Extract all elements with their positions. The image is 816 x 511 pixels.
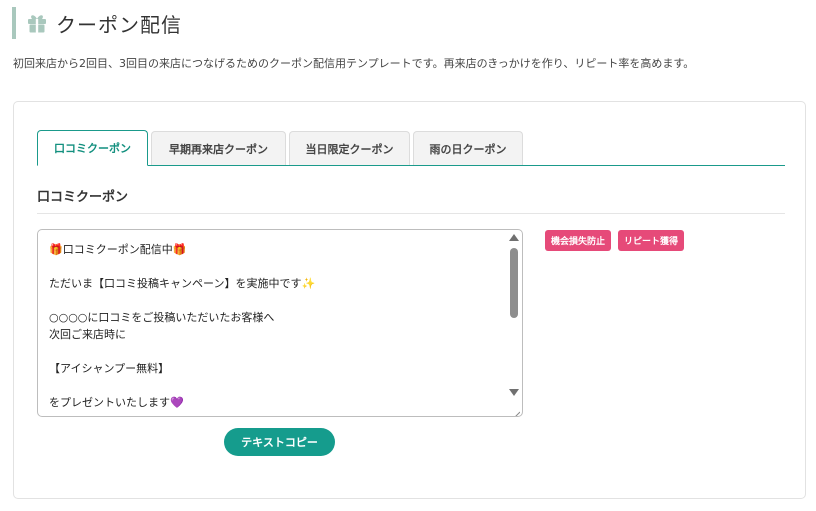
scroll-up-arrow-icon[interactable] (509, 234, 519, 241)
page-header: クーポン配信 (12, 7, 182, 39)
resize-handle-icon[interactable] (511, 405, 521, 416)
tag-badge: リピート獲得 (618, 230, 685, 251)
tab-review-coupon[interactable]: 口コミクーポン (37, 130, 148, 166)
copy-text-button[interactable]: テキストコピー (224, 428, 335, 456)
textarea-scrollbar[interactable] (507, 231, 521, 404)
tag-list: 機会損失防止 リピート獲得 (545, 230, 685, 251)
page-title: クーポン配信 (56, 12, 182, 37)
gift-icon (26, 12, 48, 34)
tab-same-day-coupon[interactable]: 当日限定クーポン (289, 131, 410, 165)
page-description: 初回来店から2回目、3回目の来店につなげるためのクーポン配信用テンプレートです。… (13, 57, 695, 70)
coupon-template-text[interactable]: 🎁口コミクーポン配信中🎁 ただいま【口コミ投稿キャンペーン】を実施中です✨ ○○… (49, 241, 502, 411)
coupon-card: 口コミクーポン 早期再来店クーポン 当日限定クーポン 雨の日クーポン 口コミクー… (13, 101, 806, 499)
tag-badge: 機会損失防止 (545, 230, 612, 251)
coupon-template-textarea[interactable]: 🎁口コミクーポン配信中🎁 ただいま【口コミ投稿キャンペーン】を実施中です✨ ○○… (37, 229, 523, 417)
tab-early-revisit-coupon[interactable]: 早期再来店クーポン (151, 131, 286, 165)
scroll-down-arrow-icon[interactable] (509, 389, 519, 396)
section-divider (37, 213, 785, 214)
section-title: 口コミクーポン (37, 190, 129, 205)
tab-rainy-day-coupon[interactable]: 雨の日クーポン (413, 131, 523, 165)
scroll-thumb[interactable] (510, 248, 518, 318)
tab-bar: 口コミクーポン 早期再来店クーポン 当日限定クーポン 雨の日クーポン (37, 130, 785, 166)
